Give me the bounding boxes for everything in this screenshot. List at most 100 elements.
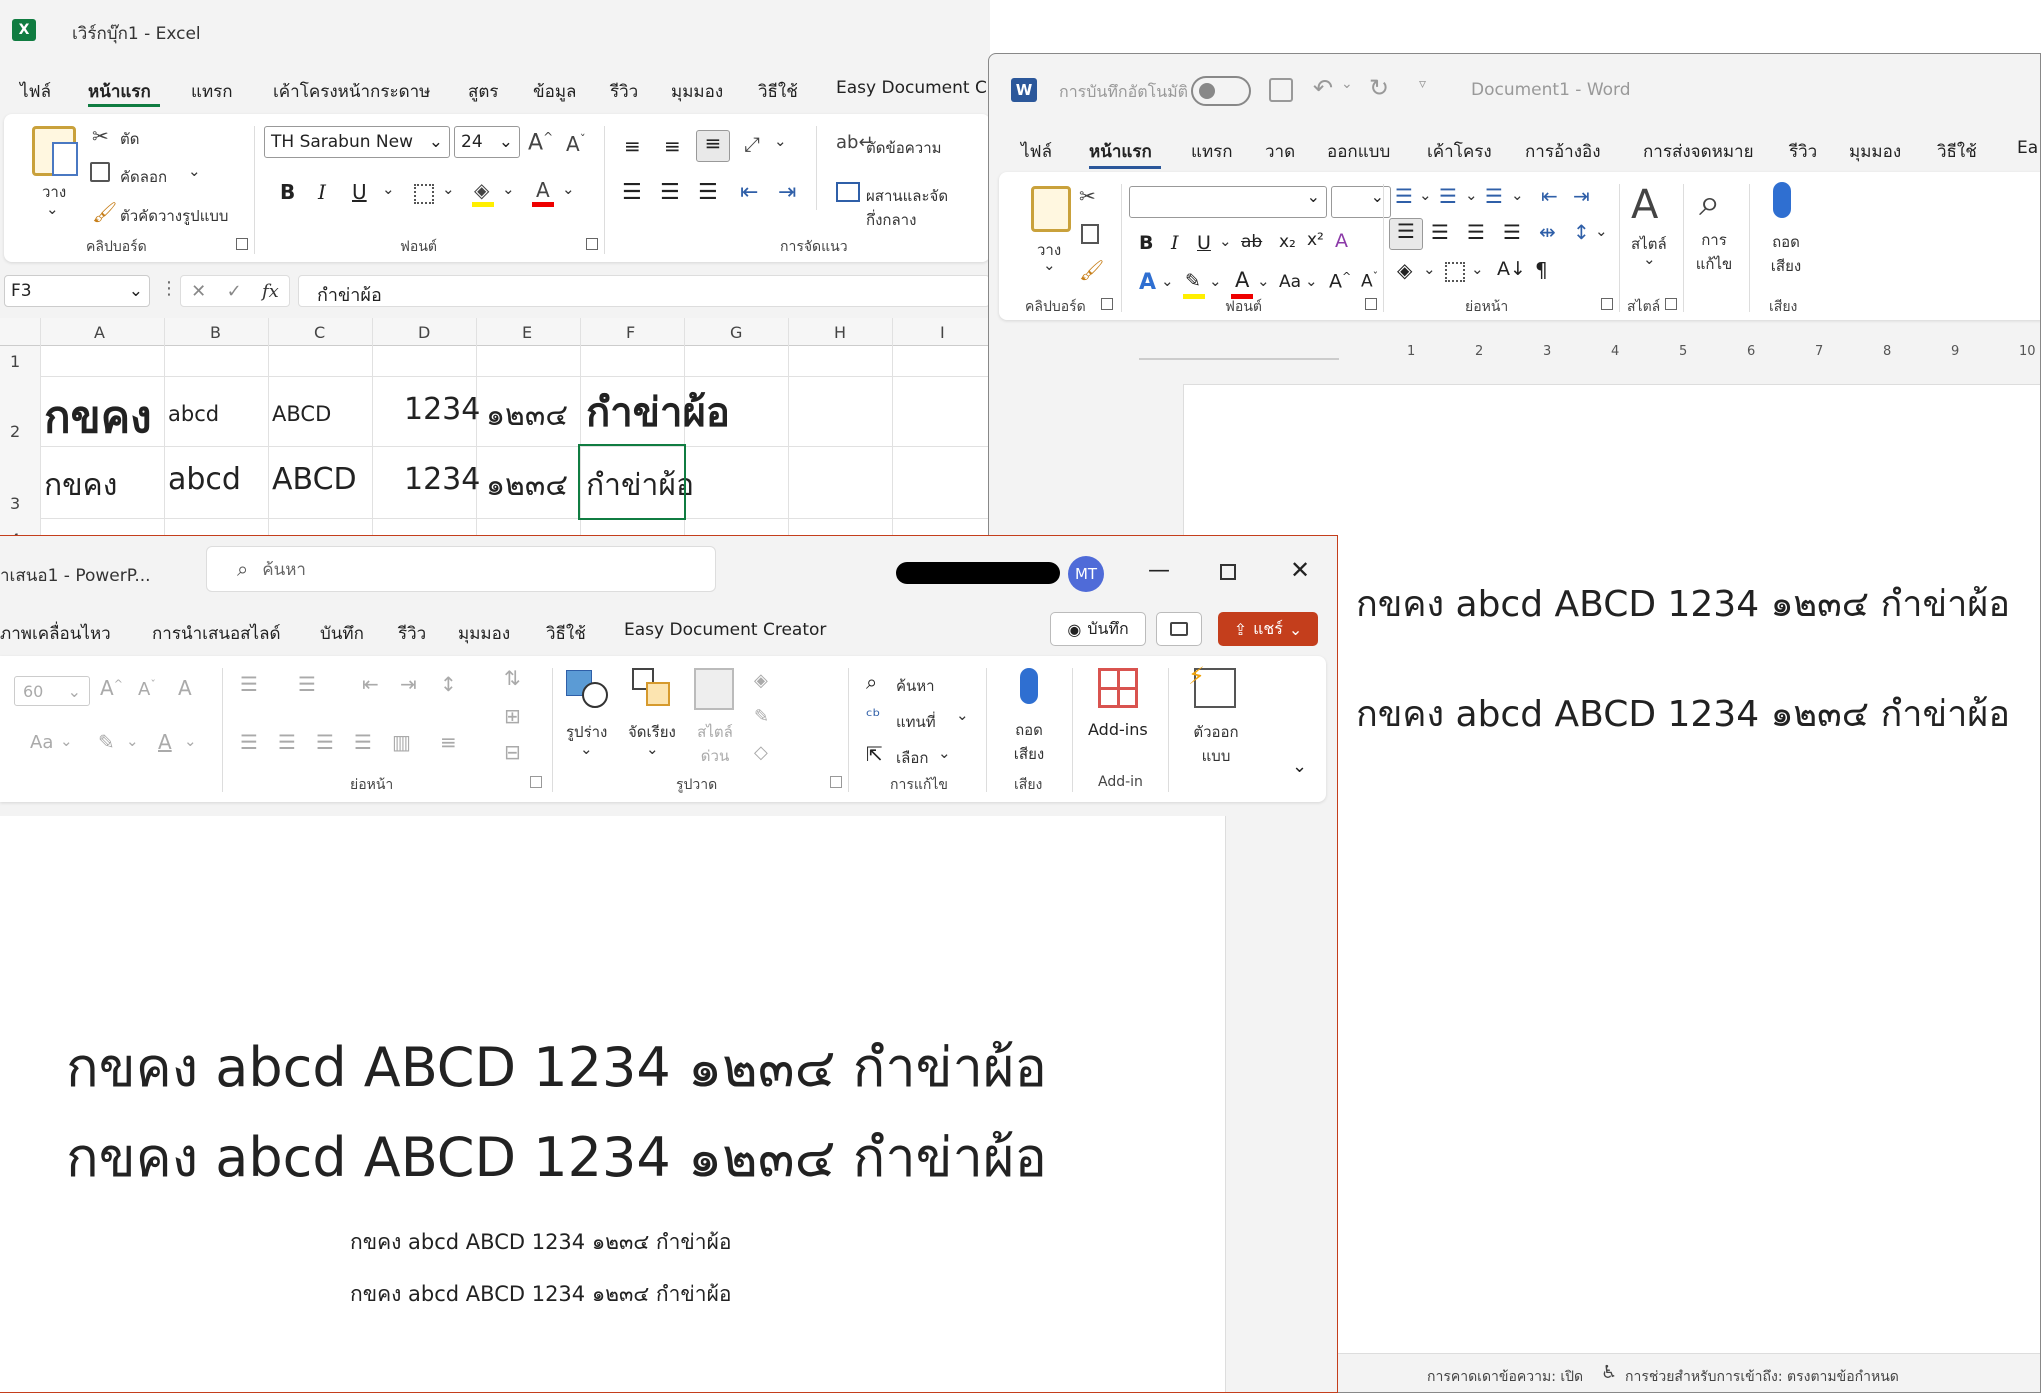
- ppt-ribbon-collapse-icon[interactable]: ⌄: [1292, 756, 1307, 777]
- ppt-slide[interactable]: กขคง abcd ABCD 1234 ๑๒๓๔ กำข่าผ้อ กขคง a…: [0, 816, 1226, 1392]
- word-font-launcher-icon[interactable]: [1365, 298, 1377, 310]
- word-cut-icon[interactable]: ✂: [1079, 184, 1096, 208]
- column-header-b[interactable]: B: [210, 323, 221, 342]
- row-header-2[interactable]: 2: [10, 422, 20, 441]
- word-paste-icon[interactable]: [1031, 186, 1071, 232]
- word-shading-chevron-icon[interactable]: ⌄: [1423, 260, 1436, 278]
- word-text-effects-chevron-icon[interactable]: ⌄: [1161, 272, 1174, 290]
- minimize-icon[interactable]: —: [1148, 558, 1170, 583]
- clipboard-launcher-icon[interactable]: [236, 238, 248, 250]
- align-middle-icon[interactable]: ≡: [664, 134, 681, 158]
- column-header-a[interactable]: A: [94, 323, 105, 342]
- word-font-color-chevron-icon[interactable]: ⌄: [1257, 272, 1270, 290]
- close-icon[interactable]: ✕: [1290, 556, 1310, 584]
- word-underline-icon[interactable]: U: [1197, 232, 1211, 254]
- ppt-tab-review[interactable]: รีวิว: [398, 620, 426, 647]
- ppt-tab-help[interactable]: วิธีใช้: [546, 620, 586, 647]
- ppt-select-label[interactable]: เลือก: [896, 746, 928, 770]
- word-justify-icon[interactable]: ☰: [1503, 220, 1521, 244]
- excel-tab-easy-doc[interactable]: Easy Document C: [836, 78, 987, 98]
- grow-font-icon[interactable]: A^: [528, 130, 553, 155]
- ppt-addins-label[interactable]: Add-ins: [1088, 720, 1148, 739]
- word-decrease-indent-icon[interactable]: ⇤: [1541, 184, 1558, 208]
- ppt-align-text-icon[interactable]: ⊞: [504, 704, 521, 728]
- borders-chevron-icon[interactable]: ⌄: [442, 180, 455, 198]
- merge-center-icon[interactable]: [836, 182, 860, 202]
- increase-indent-icon[interactable]: ⇥: [778, 180, 796, 205]
- cell-c2[interactable]: ABCD: [272, 402, 331, 426]
- borders-icon[interactable]: [414, 184, 434, 204]
- word-font-color-icon[interactable]: A: [1235, 268, 1249, 292]
- word-align-center-icon[interactable]: ☰: [1431, 220, 1449, 244]
- word-distributed-icon[interactable]: ⇹: [1539, 220, 1556, 244]
- word-editing-icon[interactable]: ⌕: [1699, 180, 1720, 225]
- ppt-text-direction-icon[interactable]: ⇅: [504, 666, 521, 690]
- word-format-painter-icon[interactable]: 🖌: [1079, 258, 1104, 282]
- word-align-left-icon[interactable]: ☰: [1389, 218, 1423, 250]
- excel-tab-help[interactable]: วิธีใช้: [758, 78, 798, 105]
- ppt-addins-icon[interactable]: [1098, 668, 1138, 708]
- ppt-font-color-icon[interactable]: A: [158, 730, 172, 754]
- word-editing-label[interactable]: การ แก้ไข: [1689, 228, 1739, 276]
- ppt-tab-slideshow[interactable]: การนำเสนอสไลด์: [152, 620, 281, 647]
- word-bold-icon[interactable]: B: [1139, 232, 1153, 254]
- word-grow-font-icon[interactable]: A^: [1329, 270, 1351, 292]
- copy-label[interactable]: คัดลอก: [120, 165, 167, 189]
- ppt-shape-outline-icon[interactable]: ✎: [754, 706, 769, 727]
- ppt-shapes-icon[interactable]: [566, 670, 610, 710]
- ppt-shape-effects-icon[interactable]: ◇: [754, 742, 768, 763]
- ppt-align-left-icon[interactable]: ☰: [240, 730, 258, 754]
- cell-b2[interactable]: abcd: [168, 402, 219, 426]
- ppt-font-color-chevron-icon[interactable]: ⌄: [184, 732, 197, 750]
- ppt-arrange-chevron-icon[interactable]: ⌄: [646, 740, 659, 758]
- fill-color-icon[interactable]: ◈: [474, 178, 489, 202]
- align-bottom-icon[interactable]: ≡: [696, 130, 730, 162]
- word-tab-view[interactable]: มุมมอง: [1849, 138, 1901, 165]
- insert-function-icon[interactable]: fx: [262, 281, 279, 302]
- ppt-arrange-icon[interactable]: [632, 668, 676, 710]
- word-align-right-icon[interactable]: ☰: [1467, 220, 1485, 244]
- ppt-align-center-icon[interactable]: ☰: [278, 730, 296, 754]
- ppt-font-size-box[interactable]: 60 ⌄: [14, 676, 90, 706]
- maximize-icon[interactable]: [1220, 564, 1236, 580]
- cell-f2[interactable]: กำข่าผ้อ: [586, 380, 730, 444]
- ppt-change-case-chevron-icon[interactable]: ⌄: [60, 732, 73, 750]
- word-tab-layout[interactable]: เค้าโครง: [1427, 138, 1492, 165]
- orientation-chevron-icon[interactable]: ⌄: [774, 132, 787, 150]
- word-tab-mailings[interactable]: การส่งจดหมาย: [1643, 138, 1754, 165]
- cell-a3[interactable]: กขคง: [44, 462, 117, 509]
- ppt-comments-button[interactable]: [1156, 612, 1202, 646]
- ppt-numbering-icon[interactable]: ☰: [298, 672, 316, 696]
- copy-icon[interactable]: [90, 162, 110, 182]
- word-underline-chevron-icon[interactable]: ⌄: [1219, 232, 1232, 250]
- excel-font-name-box[interactable]: TH Sarabun New ⌄: [264, 126, 450, 158]
- word-tab-review[interactable]: รีวิว: [1789, 138, 1817, 165]
- cell-a2[interactable]: กขคง: [44, 382, 152, 452]
- word-tab-insert[interactable]: แทรก: [1191, 138, 1233, 165]
- ppt-clear-format-icon[interactable]: A: [178, 676, 192, 700]
- word-tab-draw[interactable]: วาด: [1265, 138, 1295, 165]
- ppt-quick-styles-label[interactable]: สไตล์ ด่วน: [690, 720, 740, 768]
- ppt-justify-icon[interactable]: ☰: [354, 730, 372, 754]
- word-dictate-icon[interactable]: [1773, 182, 1791, 218]
- ppt-find-label[interactable]: ค้นหา: [896, 674, 935, 698]
- ppt-dictate-label[interactable]: ถอด เสียง: [1004, 718, 1054, 766]
- formula-input[interactable]: กำข่าผ้อ: [298, 275, 990, 307]
- ppt-paragraph-launcher-icon[interactable]: [530, 776, 542, 788]
- column-header-h[interactable]: H: [834, 323, 846, 342]
- ppt-line-spacing-icon[interactable]: ↕: [440, 672, 457, 696]
- merge-center-label[interactable]: ผสานและจัดกึ่งกลาง: [866, 184, 990, 232]
- word-numbering-icon[interactable]: ☰: [1439, 184, 1457, 208]
- word-increase-indent-icon[interactable]: ⇥: [1573, 184, 1590, 208]
- font-color-icon[interactable]: A: [536, 178, 550, 202]
- ppt-select-icon[interactable]: ⇱: [866, 742, 883, 766]
- word-multilevel-chevron-icon[interactable]: ⌄: [1511, 186, 1524, 204]
- word-borders-icon[interactable]: [1445, 262, 1465, 282]
- word-bullets-chevron-icon[interactable]: ⌄: [1419, 186, 1432, 204]
- word-clipboard-launcher-icon[interactable]: [1101, 298, 1113, 310]
- word-line-spacing-icon[interactable]: ↕: [1573, 220, 1590, 244]
- cell-c3[interactable]: ABCD: [272, 462, 357, 497]
- word-strikethrough-icon[interactable]: ab: [1241, 232, 1262, 252]
- align-left-icon[interactable]: ☰: [622, 180, 642, 205]
- underline-icon[interactable]: U: [352, 180, 367, 204]
